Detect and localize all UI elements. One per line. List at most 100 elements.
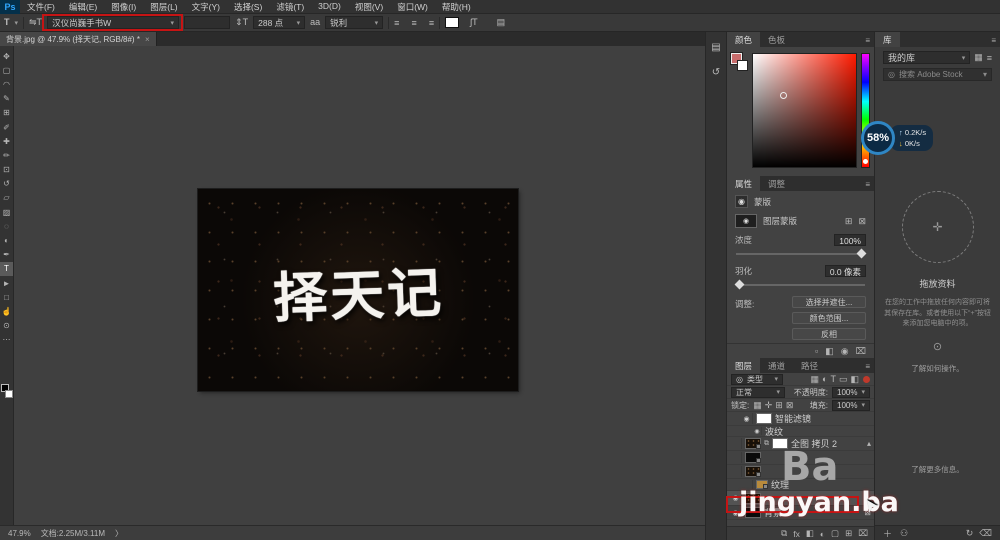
eraser-tool-icon[interactable]: ▱	[0, 191, 13, 205]
filter-smart-objects-icon[interactable]: ◧	[850, 374, 859, 385]
add-mask-icon[interactable]: ◧	[806, 528, 814, 539]
quick-select-tool-icon[interactable]: ✎	[0, 92, 13, 106]
eyedropper-tool-icon[interactable]: ✐	[0, 120, 13, 134]
saturation-brightness-field[interactable]	[752, 53, 857, 168]
tab-layers[interactable]: 图层	[727, 358, 760, 373]
zoom-level[interactable]: 47.9%	[8, 529, 31, 538]
tab-adjustments[interactable]: 调整	[760, 176, 793, 191]
collapse-filters-icon[interactable]: ▴	[867, 439, 871, 448]
collapsed-panel-icon-a[interactable]: ▤	[711, 42, 720, 53]
menu-window[interactable]: 窗口(W)	[390, 1, 435, 13]
tab-libraries[interactable]: 库	[875, 32, 900, 47]
zoom-tool-icon[interactable]: ⊙	[0, 319, 13, 333]
color-picker-cursor[interactable]	[780, 92, 787, 99]
menu-3d[interactable]: 3D(D)	[311, 1, 348, 13]
filter-type-layers-icon[interactable]: T	[830, 374, 836, 384]
memory-percent-badge[interactable]: 58%	[861, 121, 895, 155]
library-search-input[interactable]: ◎ 搜索 Adobe Stock ▾	[883, 68, 992, 81]
collapsed-panel-icon-b[interactable]: ↺	[712, 67, 720, 78]
background-color-chip[interactable]	[5, 390, 13, 398]
tab-paths[interactable]: 路径	[793, 358, 826, 373]
feather-slider-knob[interactable]	[735, 280, 745, 290]
menu-type[interactable]: 文字(Y)	[185, 1, 227, 13]
menu-filter[interactable]: 滤镜(T)	[269, 1, 311, 13]
network-speed-overlay[interactable]: 58% ↑ 0.2K/s ↓ 0K/s	[861, 121, 933, 155]
density-value[interactable]: 100%	[834, 234, 866, 246]
layer-mask-thumbnail[interactable]: ◉	[735, 214, 757, 228]
eye-column[interactable]	[730, 452, 742, 463]
gradient-tool-icon[interactable]: ▨	[0, 205, 13, 219]
healing-brush-tool-icon[interactable]: ✚	[0, 134, 13, 148]
apply-mask-icon[interactable]: ◧	[825, 346, 834, 357]
lock-position-icon[interactable]: ✛	[765, 400, 773, 411]
color-range-button[interactable]: 颜色范围...	[792, 312, 866, 324]
panel-menu-icon[interactable]: ≡	[865, 36, 870, 45]
smart-filter-name[interactable]: 波纹	[765, 425, 783, 438]
menu-image[interactable]: 图像(I)	[104, 1, 143, 13]
smart-filter-thumbnail[interactable]	[756, 413, 772, 424]
hand-tool-icon[interactable]: ☝	[0, 304, 13, 318]
adjustment-layer-icon[interactable]: ◐	[820, 529, 825, 539]
font-family-select[interactable]: 汉仪尚巍手书W ▾	[47, 16, 179, 29]
clone-stamp-tool-icon[interactable]: ⊡	[0, 163, 13, 177]
shape-tool-icon[interactable]: □	[0, 290, 13, 304]
menu-edit[interactable]: 编辑(E)	[62, 1, 104, 13]
filter-toggle-icon[interactable]	[863, 376, 870, 383]
text-orientation-icon[interactable]: ⇋T	[29, 16, 42, 29]
more-tools-icon[interactable]: ⋯	[0, 333, 13, 347]
layer-thumbnail[interactable]	[745, 466, 761, 477]
menu-layer[interactable]: 图层(L)	[143, 1, 184, 13]
toggle-panels-icon[interactable]: ▤	[497, 16, 506, 29]
foreground-background-swatches[interactable]	[1, 382, 13, 398]
document-tab[interactable]: 背景.jpg @ 47.9% (择天记, RGB/8#) * ×	[0, 32, 157, 46]
lasso-tool-icon[interactable]: ◠	[0, 77, 13, 91]
opacity-select[interactable]: 100% ▾	[832, 387, 870, 398]
lock-artboard-icon[interactable]: ⊞	[775, 400, 783, 411]
path-select-tool-icon[interactable]: ►	[0, 276, 13, 290]
libraries-link-2[interactable]: 了解更多信息。	[883, 464, 992, 475]
drop-target-circle[interactable]: ✛	[902, 191, 974, 263]
invite-people-icon[interactable]: ⚇	[900, 528, 908, 539]
blend-mode-select[interactable]: 正常 ▾	[731, 387, 785, 398]
list-view-icon[interactable]: ≡	[987, 53, 992, 63]
density-slider[interactable]	[736, 253, 865, 255]
filter-adjustment-layers-icon[interactable]: ◐	[822, 374, 827, 384]
panel-menu-icon[interactable]: ≡	[865, 362, 870, 371]
menu-file[interactable]: 文件(F)	[20, 1, 62, 13]
artwork-image[interactable]: 择天记	[198, 189, 518, 391]
background-color-chip[interactable]	[737, 60, 748, 71]
move-tool-icon[interactable]: ✥	[0, 49, 13, 63]
menu-view[interactable]: 视图(V)	[348, 1, 390, 13]
lock-transparency-icon[interactable]: ▦	[753, 400, 762, 411]
feather-value[interactable]: 0.0 像素	[825, 265, 866, 277]
menu-select[interactable]: 选择(S)	[227, 1, 269, 13]
menu-help[interactable]: 帮助(H)	[435, 1, 478, 13]
color-fg-bg-swatches[interactable]	[731, 53, 748, 73]
marquee-tool-icon[interactable]: ▢	[0, 63, 13, 77]
warp-text-icon[interactable]: ʃT	[470, 16, 478, 29]
type-color-swatch[interactable]	[445, 17, 459, 28]
filter-shape-layers-icon[interactable]: ▭	[839, 374, 848, 385]
tab-swatches[interactable]: 色板	[760, 32, 793, 47]
density-slider-knob[interactable]	[857, 249, 867, 259]
eye-icon[interactable]: ◉	[753, 427, 762, 435]
eye-column[interactable]	[730, 438, 742, 449]
new-layer-icon[interactable]: ⊞	[845, 528, 852, 539]
filter-pixel-layers-icon[interactable]: ▦	[811, 374, 820, 385]
new-group-icon[interactable]: ▢	[831, 528, 839, 539]
canvas-area[interactable]: 择天记	[14, 46, 705, 525]
grid-view-icon[interactable]: ▦	[974, 52, 983, 63]
eye-column[interactable]	[730, 466, 742, 477]
layer-row-smart-filters[interactable]: ◉ 智能滤镜	[727, 412, 874, 426]
layer-style-icon[interactable]: fx	[793, 529, 800, 539]
layer-thumbnail[interactable]	[745, 452, 761, 463]
invert-button[interactable]: 反相	[792, 328, 866, 340]
layer-filter-select[interactable]: ◎ 类型 ▾	[731, 374, 783, 385]
align-left-icon[interactable]: ≡	[394, 18, 404, 28]
eye-icon[interactable]: ◉	[741, 413, 753, 424]
tool-preset-chevron[interactable]: ▾	[15, 16, 19, 29]
tab-color[interactable]: 颜色	[727, 32, 760, 47]
brush-tool-icon[interactable]: ✏	[0, 148, 13, 162]
align-right-icon[interactable]: ≡	[424, 18, 434, 28]
pen-tool-icon[interactable]: ✒	[0, 248, 13, 262]
